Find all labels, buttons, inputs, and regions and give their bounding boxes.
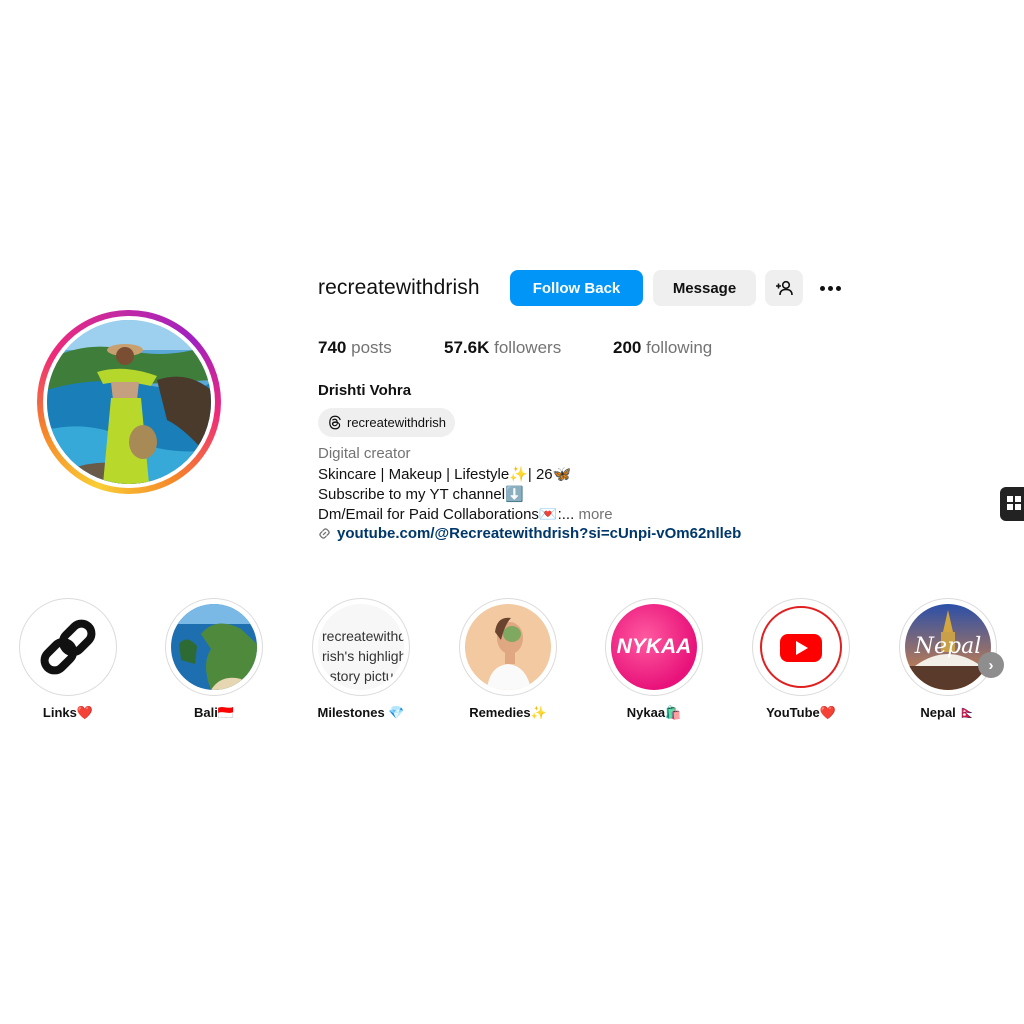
highlight-cover bbox=[459, 598, 557, 696]
following-label: following bbox=[646, 338, 713, 357]
following-count: 200 bbox=[613, 338, 642, 357]
highlight-cover: recreatewithdrish's highlight story pict… bbox=[312, 598, 410, 696]
followers-label: followers bbox=[494, 338, 562, 357]
highlight-youtube[interactable]: YouTube❤️ bbox=[751, 598, 851, 721]
profile-username: recreatewithdrish bbox=[318, 276, 480, 299]
posts-stat: 740 posts bbox=[318, 338, 392, 358]
profile-category: Digital creator bbox=[318, 445, 411, 462]
highlight-label: Bali🇮🇩 bbox=[193, 705, 235, 720]
broken-image-placeholder: recreatewithdrish's highlight story pict… bbox=[318, 604, 404, 690]
message-button[interactable]: Message bbox=[653, 270, 756, 306]
external-link[interactable]: youtube.com/@Recreatewithdrish?si=cUnpi-… bbox=[318, 525, 741, 542]
suggested-users-button[interactable] bbox=[765, 270, 803, 306]
posts-count: 740 bbox=[318, 338, 347, 357]
dot bbox=[819, 285, 825, 291]
posts-label: posts bbox=[351, 338, 392, 357]
highlight-bali[interactable]: Bali🇮🇩 bbox=[164, 598, 264, 721]
nepal-image-text: Nepal bbox=[914, 634, 982, 659]
nykaa-logo-image: NYKAA bbox=[611, 604, 697, 690]
bio-more-link[interactable]: more bbox=[578, 506, 612, 523]
highlight-milestones[interactable]: recreatewithdrish's highlight story pict… bbox=[311, 598, 411, 721]
external-link-text: youtube.com/@Recreatewithdrish?si=cUnpi-… bbox=[337, 525, 742, 542]
grid-widget-icon[interactable] bbox=[1000, 487, 1024, 521]
threads-icon bbox=[329, 415, 341, 430]
bio-line: Skincare | Makeup | Lifestyle✨| 26🦋 bbox=[318, 466, 572, 483]
highlight-links[interactable]: Links❤️ bbox=[18, 598, 118, 721]
follow-back-button[interactable]: Follow Back bbox=[510, 270, 643, 306]
threads-badge[interactable]: recreatewithdrish bbox=[318, 408, 455, 437]
youtube-logo-icon bbox=[758, 604, 844, 690]
bio-line: Subscribe to my YT channel⬇️ bbox=[318, 486, 524, 503]
highlight-remedies[interactable]: Remedies✨ bbox=[458, 598, 558, 721]
highlight-cover: Nepal bbox=[899, 598, 997, 696]
nepal-stupa-image: Nepal bbox=[905, 604, 991, 690]
highlight-label: Remedies✨ bbox=[469, 705, 547, 720]
highlight-cover: NYKAA bbox=[605, 598, 703, 696]
followers-stat[interactable]: 57.6K followers bbox=[444, 338, 561, 358]
threads-handle: recreatewithdrish bbox=[347, 415, 446, 430]
chain-link-icon bbox=[25, 604, 111, 690]
profile-avatar[interactable] bbox=[37, 310, 221, 494]
highlight-nykaa[interactable]: NYKAA Nykaa🛍️ bbox=[604, 598, 704, 721]
more-options-icon[interactable] bbox=[814, 276, 846, 300]
highlight-label: Links❤️ bbox=[42, 705, 94, 720]
chevron-right-icon[interactable]: › bbox=[978, 652, 1004, 678]
highlight-label: YouTube❤️ bbox=[766, 705, 836, 720]
face-mask-illustration bbox=[465, 604, 551, 690]
nykaa-logo-text: NYKAA bbox=[616, 635, 692, 658]
highlight-label: Milestones 💎 bbox=[317, 705, 405, 720]
highlight-cover bbox=[19, 598, 117, 696]
bio-line: Dm/Email for Paid Collaborations💌:... mo… bbox=[318, 505, 613, 523]
highlight-cover bbox=[752, 598, 850, 696]
bio-line-text: Dm/Email for Paid Collaborations💌:... bbox=[318, 506, 575, 523]
following-stat[interactable]: 200 following bbox=[613, 338, 712, 358]
avatar-photo bbox=[47, 320, 211, 484]
link-icon bbox=[319, 528, 330, 539]
dot bbox=[827, 285, 833, 291]
highlight-label: Nykaa🛍️ bbox=[626, 705, 682, 720]
dot bbox=[835, 285, 841, 291]
full-name: Drishti Vohra bbox=[318, 382, 412, 399]
highlight-cover bbox=[165, 598, 263, 696]
broken-image-alt-text: recreatewithdrish's highlight story pict… bbox=[322, 628, 404, 684]
followers-count: 57.6K bbox=[444, 338, 490, 357]
add-user-icon bbox=[776, 280, 793, 296]
highlight-label: Nepal 🇳🇵 bbox=[920, 705, 976, 720]
avatar-border bbox=[43, 316, 215, 488]
bali-cliff-image bbox=[171, 604, 257, 690]
